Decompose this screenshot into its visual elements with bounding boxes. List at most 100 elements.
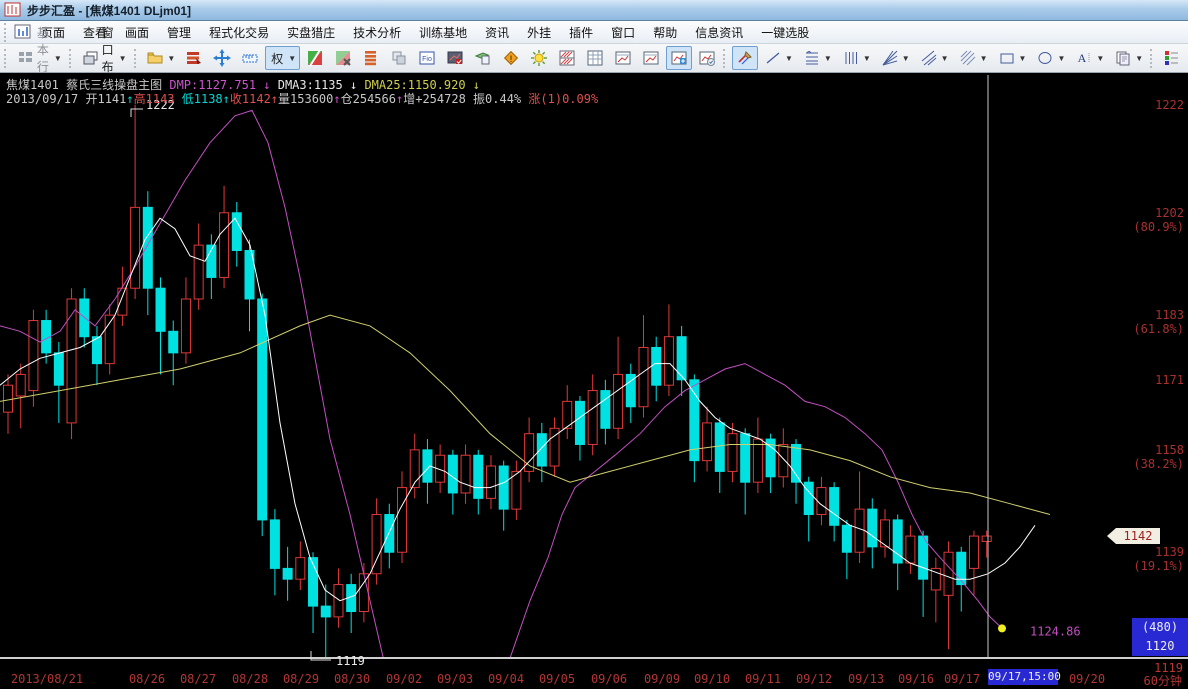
chevron-down-icon[interactable]: ▼ bbox=[1019, 54, 1027, 63]
docs-button[interactable] bbox=[470, 46, 496, 70]
multi-chart-button[interactable] bbox=[554, 46, 580, 70]
rect-tool-button[interactable]: ▼ bbox=[994, 46, 1031, 70]
circle-tool-button[interactable]: ▼ bbox=[1032, 46, 1069, 70]
series-DMA3 bbox=[0, 218, 1035, 601]
orange-bars-button[interactable] bbox=[358, 46, 384, 70]
menu-item-信息资讯[interactable]: 信息资讯 bbox=[686, 21, 752, 44]
chevron-down-icon[interactable]: ▼ bbox=[980, 54, 988, 63]
menu-item-管理[interactable]: 管理 bbox=[158, 21, 200, 44]
toolbar-grip-handle[interactable] bbox=[723, 49, 727, 68]
text-tool-button[interactable]: A▼ bbox=[1071, 46, 1108, 70]
hatch-tool-button[interactable]: ▼ bbox=[955, 46, 992, 70]
menu-item-插件[interactable]: 插件 bbox=[560, 21, 602, 44]
candle-up bbox=[296, 558, 305, 580]
new-chart-button[interactable] bbox=[666, 46, 692, 70]
menu-item-帮助[interactable]: 帮助 bbox=[644, 21, 686, 44]
chevron-down-icon[interactable]: ▼ bbox=[863, 54, 871, 63]
vlines-tool-button[interactable]: ▼ bbox=[838, 46, 875, 70]
menu-item-资讯[interactable]: 资讯 bbox=[476, 21, 518, 44]
menu-item-外挂[interactable]: 外挂 bbox=[518, 21, 560, 44]
warning-button[interactable]: ! bbox=[498, 46, 524, 70]
fib-tool-button[interactable]: ▼ bbox=[799, 46, 836, 70]
table-button[interactable] bbox=[582, 46, 608, 70]
chevron-down-icon[interactable]: ▼ bbox=[119, 54, 127, 63]
menu-item-训练基地[interactable]: 训练基地 bbox=[410, 21, 476, 44]
menu-item-一键选股[interactable]: 一键选股 bbox=[752, 21, 818, 44]
menu-item-实盘猎庄[interactable]: 实盘猎庄 bbox=[278, 21, 344, 44]
line-tool-button[interactable]: ▼ bbox=[760, 46, 797, 70]
chevron-down-icon[interactable]: ▼ bbox=[167, 54, 175, 63]
quote-list-button[interactable] bbox=[181, 46, 207, 70]
date-label-09/03: 09/03 bbox=[437, 672, 473, 686]
toolbar-grip-handle[interactable] bbox=[1150, 49, 1154, 68]
chart-canvas[interactable]: 122211191124.86 bbox=[0, 73, 1188, 689]
readout-token: 振0.44% bbox=[473, 92, 528, 106]
rights-adjust-button[interactable]: 权▼ bbox=[265, 46, 300, 70]
annotation-1119: 1119 bbox=[336, 654, 365, 668]
mini-chart2-button[interactable] bbox=[638, 46, 664, 70]
chevron-down-icon[interactable]: ▼ bbox=[1135, 54, 1143, 63]
pencil-icon bbox=[736, 49, 754, 67]
orange-bars-icon bbox=[362, 49, 380, 67]
mini-chart-button[interactable] bbox=[610, 46, 636, 70]
chevron-down-icon[interactable]: ▼ bbox=[785, 54, 793, 63]
menu-item-技术分析[interactable]: 技术分析 bbox=[344, 21, 410, 44]
chevron-down-icon[interactable]: ▼ bbox=[288, 54, 296, 63]
toolbar-grip-handle[interactable] bbox=[4, 49, 8, 68]
candlestick-chart-area[interactable]: 焦煤1401 蔡氏三线操盘主图 DMP:1127.751 ↓ DMA3:1135… bbox=[0, 73, 1188, 689]
plot-group bbox=[0, 105, 1050, 689]
draw-pencil-button[interactable] bbox=[732, 46, 758, 70]
toolbar-grip-handle[interactable] bbox=[134, 49, 138, 68]
channel-tool-button[interactable]: ▼ bbox=[916, 46, 953, 70]
candle-up bbox=[486, 466, 495, 498]
channel-icon bbox=[920, 49, 938, 67]
mini-chart-icon bbox=[614, 49, 632, 67]
candle-down bbox=[474, 455, 483, 498]
candle-down bbox=[792, 444, 801, 482]
chevron-down-icon[interactable]: ▼ bbox=[54, 54, 62, 63]
measure-button[interactable] bbox=[237, 46, 263, 70]
indicator-off-button[interactable] bbox=[330, 46, 356, 70]
chevron-down-icon[interactable]: ▼ bbox=[941, 54, 949, 63]
window-title: 步步汇盈 - [焦煤1401 DLjm01] bbox=[27, 2, 191, 19]
pages-tool-button[interactable]: ▼ bbox=[1110, 46, 1147, 70]
menu-item-窗口[interactable]: 窗口 bbox=[602, 21, 644, 44]
rgb-dots-icon bbox=[1163, 49, 1181, 67]
date-label-09/13: 09/13 bbox=[848, 672, 884, 686]
readout-token: 2013/09/17 bbox=[6, 92, 85, 106]
chart-ok-button[interactable] bbox=[694, 46, 720, 70]
rgb-dots-button[interactable] bbox=[1159, 46, 1185, 70]
readout-token: ↑ bbox=[223, 92, 230, 106]
chart-window-icon[interactable] bbox=[14, 23, 32, 41]
candle-up bbox=[181, 299, 190, 353]
candle-down bbox=[537, 434, 546, 466]
chevron-down-icon[interactable]: ▼ bbox=[1057, 54, 1065, 63]
sun-button[interactable] bbox=[526, 46, 552, 70]
candle-down bbox=[232, 213, 241, 251]
copy-squares-button[interactable] bbox=[386, 46, 412, 70]
chevron-down-icon[interactable]: ▼ bbox=[824, 54, 832, 63]
menu-item-程式化交易[interactable]: 程式化交易 bbox=[200, 21, 278, 44]
vlines-icon bbox=[842, 49, 860, 67]
menu-grip-handle[interactable] bbox=[4, 23, 10, 42]
window-layout-button[interactable]: 窗口布局▼ bbox=[78, 46, 131, 70]
app-logo-icon bbox=[4, 1, 22, 19]
chart-flag-button[interactable] bbox=[442, 46, 468, 70]
toolbar-grip-handle[interactable] bbox=[69, 49, 73, 68]
candle-up bbox=[906, 536, 915, 563]
move-button[interactable] bbox=[209, 46, 235, 70]
candle-down bbox=[54, 353, 63, 385]
chevron-down-icon[interactable]: ▼ bbox=[1096, 54, 1104, 63]
readout-token: 开1141 bbox=[85, 92, 126, 106]
title-bar: 步步汇盈 - [焦煤1401 DLjm01] bbox=[0, 0, 1188, 21]
chevron-down-icon[interactable]: ▼ bbox=[902, 54, 910, 63]
menu-item-画面[interactable]: 画面 bbox=[116, 21, 158, 44]
fan-tool-button[interactable]: ▼ bbox=[877, 46, 914, 70]
next-price-level: 1120 bbox=[1132, 637, 1188, 656]
fio-button[interactable]: Fio bbox=[414, 46, 440, 70]
basic-quotes-button[interactable]: 基本行情▼ bbox=[13, 46, 66, 70]
indicator-green-button[interactable] bbox=[302, 46, 328, 70]
menu-items: 页面查看画面管理程式化交易实盘猎庄技术分析训练基地资讯外挂插件窗口帮助信息资讯一… bbox=[32, 21, 818, 44]
open-button[interactable]: ▼ bbox=[142, 46, 179, 70]
period-label[interactable]: 60分钟 bbox=[1144, 672, 1182, 689]
